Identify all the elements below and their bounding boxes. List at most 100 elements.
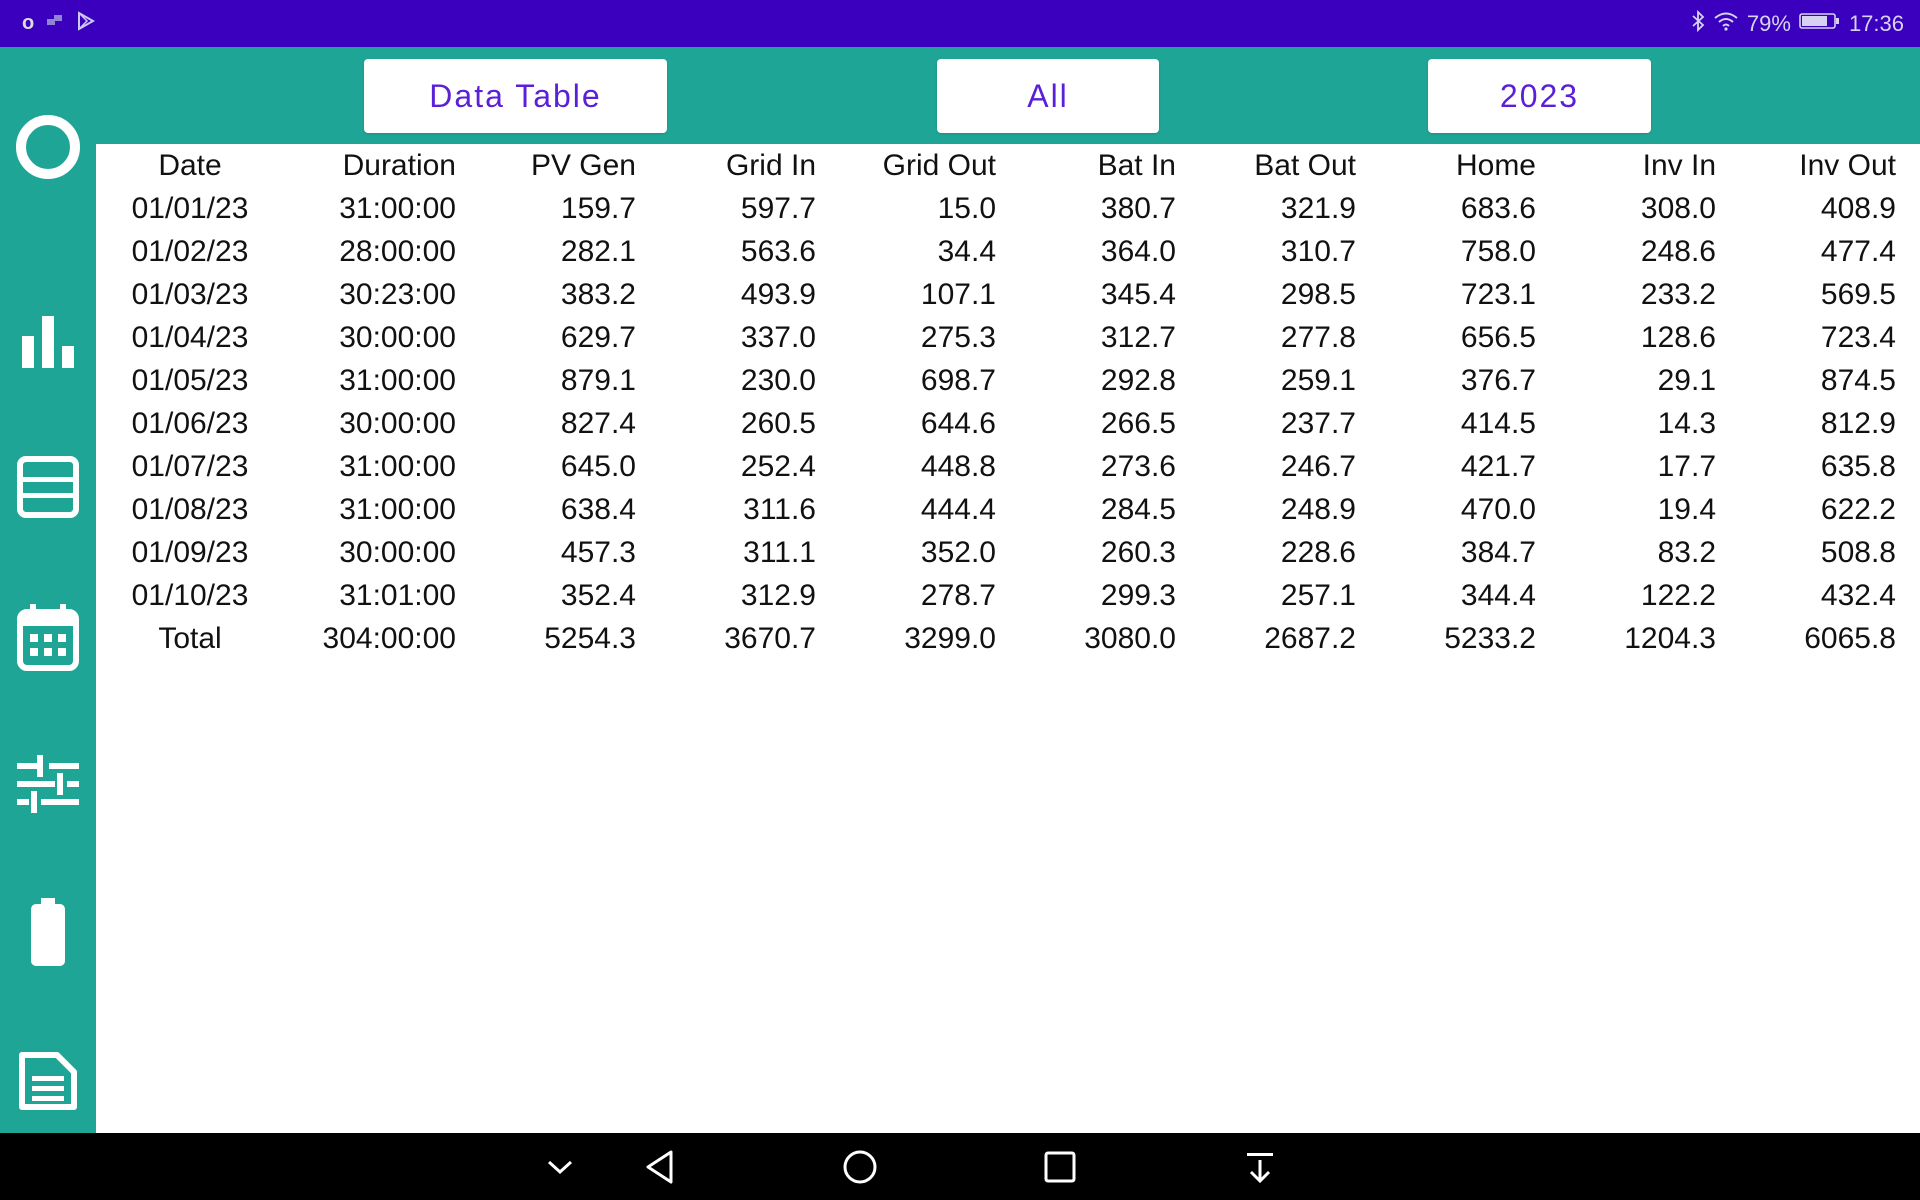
table-cell: 311.6 (743, 492, 816, 526)
table-cell: 448.8 (920, 449, 996, 483)
table-cell: 257.1 (1280, 578, 1356, 612)
chevron-down-icon[interactable] (530, 1133, 590, 1200)
recents-icon[interactable] (1030, 1133, 1090, 1200)
table-cell: 723.1 (1460, 277, 1536, 311)
total-cell: 6065.8 (1804, 621, 1896, 655)
table-cell: 237.7 (1280, 406, 1356, 440)
table-cell: 107.1 (920, 277, 996, 311)
table-cell: 01/01/23 (131, 191, 249, 225)
table-row: 01/01/23 31:00:00 159.7 597.7 15.0 380.7 321.9… (96, 187, 1920, 230)
table-cell: 230.0 (740, 363, 816, 397)
total-cell: Total (158, 621, 222, 655)
year-button[interactable]: 2023 (1428, 59, 1651, 133)
status-battery-icon (1799, 11, 1841, 37)
home-icon[interactable] (830, 1133, 890, 1200)
table-cell: 01/02/23 (131, 234, 249, 268)
calendar-icon (17, 604, 79, 671)
table-cell: 83.2 (1657, 535, 1716, 569)
table-cell: 17.7 (1657, 449, 1716, 483)
bar-chart-icon (22, 316, 74, 368)
table-cell: 723.4 (1820, 320, 1896, 354)
sidebar-item-calendar[interactable] (0, 592, 96, 682)
column-header: Inv In (1642, 148, 1716, 182)
table-cell: 260.5 (740, 406, 816, 440)
total-cell: 1204.3 (1624, 621, 1716, 655)
table-cell: 278.7 (920, 578, 996, 612)
view-mode-button[interactable]: Data Table (364, 59, 667, 133)
table-cell: 31:01:00 (339, 578, 456, 612)
table-row: 01/09/23 30:00:00 457.3 311.1 352.0 260.3 228.… (96, 531, 1920, 574)
table-cell: 273.6 (1100, 449, 1176, 483)
table-cell: 275.3 (920, 320, 996, 354)
table-cell: 380.7 (1100, 191, 1176, 225)
table-cell: 569.5 (1820, 277, 1896, 311)
table-cell: 493.9 (740, 277, 816, 311)
table-cell: 282.1 (560, 234, 636, 268)
table-cell: 01/03/23 (131, 277, 249, 311)
battery-percent: 79% (1746, 10, 1791, 36)
table-cell: 383.2 (560, 277, 636, 311)
table-cell: 644.6 (920, 406, 996, 440)
table-cell: 246.7 (1280, 449, 1356, 483)
table-cell: 30:00:00 (339, 535, 456, 569)
table-cell: 128.6 (1640, 320, 1716, 354)
play-store-icon (76, 11, 96, 36)
data-table: Date Duration PV Gen Grid In Grid Out Ba… (96, 144, 1920, 660)
table-cell: 638.4 (560, 492, 636, 526)
table-cell: 312.7 (1100, 320, 1176, 354)
column-header: Date (158, 148, 222, 182)
sidebar-item-settings[interactable] (0, 739, 96, 829)
table-cell: 266.5 (1100, 406, 1176, 440)
table-row: 01/03/23 30:23:00 383.2 493.9 107.1 345.4 298.… (96, 273, 1920, 316)
table-cell: 233.2 (1640, 277, 1716, 311)
table-cell: 508.8 (1820, 535, 1896, 569)
status-bar: o 79% 17:36 (0, 0, 1920, 47)
table-row: 01/07/23 31:00:00 645.0 252.4 448.8 273.6 246.… (96, 445, 1920, 488)
table-row: 01/05/23 31:00:00 879.1 230.0 698.7 292.8 259.… (96, 359, 1920, 402)
table-body: 01/01/23 31:00:00 159.7 597.7 15.0 380.7 321.9… (96, 187, 1920, 617)
total-cell: 5233.2 (1444, 621, 1536, 655)
system-nav-bar (0, 1133, 1920, 1200)
table-cell: 384.7 (1460, 535, 1536, 569)
sidebar-item-charts[interactable] (0, 297, 96, 387)
table-cell: 376.7 (1460, 363, 1536, 397)
sidebar-item-log[interactable] (0, 1036, 96, 1126)
table-cell: 14.3 (1657, 406, 1716, 440)
table-cell: 345.4 (1100, 277, 1176, 311)
column-header: PV Gen (530, 148, 636, 182)
notification-shade-icon[interactable] (1230, 1133, 1290, 1200)
sidebar-item-data-table[interactable] (0, 442, 96, 532)
table-cell: 284.5 (1100, 492, 1176, 526)
back-icon[interactable] (630, 1133, 690, 1200)
table-cell: 444.4 (920, 492, 996, 526)
table-cell: 457.3 (560, 535, 636, 569)
sidebar (0, 47, 96, 1133)
table-cell: 477.4 (1820, 234, 1896, 268)
table-cell: 15.0 (937, 191, 996, 225)
sidebar-item-overview[interactable] (0, 102, 96, 192)
table-cell: 260.3 (1100, 535, 1176, 569)
table-cell: 563.6 (740, 234, 816, 268)
filter-button[interactable]: All (937, 59, 1159, 133)
column-header: Grid In (725, 148, 816, 182)
table-cell: 758.0 (1460, 234, 1536, 268)
table-cell: 31:00:00 (339, 191, 456, 225)
table-cell: 629.7 (560, 320, 636, 354)
table-cell: 812.9 (1820, 406, 1896, 440)
sidebar-item-battery[interactable] (0, 887, 96, 977)
table-cell: 622.2 (1820, 492, 1896, 526)
table-cell: 352.0 (920, 535, 996, 569)
table-cell: 879.1 (560, 363, 636, 397)
table-cell: 01/09/23 (131, 535, 249, 569)
total-cell: 3670.7 (724, 621, 816, 655)
table-cell: 364.0 (1100, 234, 1176, 268)
total-cell: 5254.3 (544, 621, 636, 655)
table-cell: 310.7 (1280, 234, 1356, 268)
sliders-icon (17, 755, 79, 813)
table-cell: 298.5 (1280, 277, 1356, 311)
table-cell: 635.8 (1820, 449, 1896, 483)
table-cell: 292.8 (1100, 363, 1176, 397)
notification-icon (46, 13, 64, 34)
table-cell: 31:00:00 (339, 363, 456, 397)
table-cell: 259.1 (1280, 363, 1356, 397)
